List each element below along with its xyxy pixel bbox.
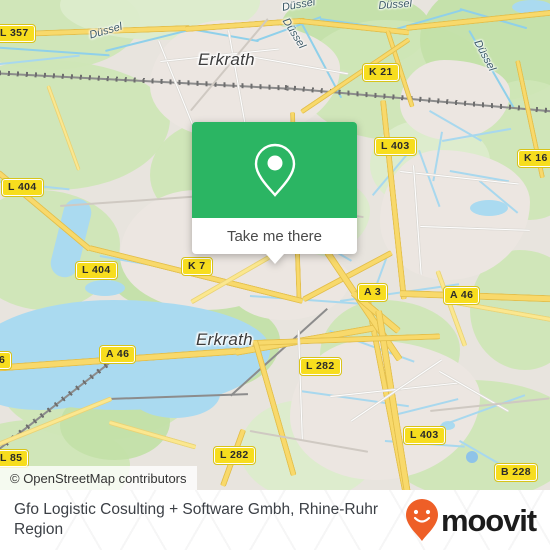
road-shield-l403[interactable]: L 403	[403, 426, 446, 445]
water-body	[85, 280, 125, 296]
attribution-text[interactable]: © OpenStreetMap contributors	[10, 471, 187, 486]
location-popup[interactable]: Take me there	[192, 122, 357, 264]
road-shield-a46[interactable]: A 46	[98, 345, 137, 364]
place-label-erkrath: Erkrath	[196, 330, 253, 349]
road-shield-l282[interactable]: L 282	[299, 357, 342, 376]
road-shield-l85[interactable]: L 85	[0, 449, 30, 468]
take-me-there-button[interactable]: Take me there	[227, 228, 322, 245]
road-shield-l404[interactable]: L 404	[1, 178, 44, 197]
road-shield-l403[interactable]: L 403	[374, 137, 417, 156]
page-title: Gfo Logistic Cosulting + Software Gmbh, …	[14, 501, 378, 538]
location-pin-icon	[254, 143, 295, 197]
moovit-pin-icon	[405, 499, 438, 541]
road-shield-k21[interactable]: K 21	[362, 63, 400, 82]
road-shield-a46-edge[interactable]: 6	[0, 351, 13, 370]
bottom-bar: Gfo Logistic Cosulting + Software Gmbh, …	[0, 490, 550, 550]
moovit-wordmark: moovit	[440, 502, 537, 538]
place-label-erkrath: Erkrath	[198, 50, 255, 69]
road-shield-a46[interactable]: A 46	[442, 286, 481, 305]
attribution-bar: © OpenStreetMap contributors	[0, 466, 197, 490]
poi-marker[interactable]	[466, 451, 478, 463]
popup-pointer	[265, 254, 284, 264]
road-shield-k16[interactable]: K 16	[517, 149, 550, 168]
road-shield-b228[interactable]: B 228	[493, 463, 539, 482]
popup-footer: Take me there	[192, 218, 357, 264]
map-canvas[interactable]: Erkrath Erkrath Düssel Düssel Düssel Düs…	[0, 0, 550, 490]
road-shield-l357[interactable]: L 357	[0, 24, 36, 43]
water-body	[470, 200, 508, 216]
map-screenshot: Erkrath Erkrath Düssel Düssel Düssel Düs…	[0, 0, 550, 550]
road-shield-a3[interactable]: A 3	[356, 283, 389, 302]
road-shield-l404[interactable]: L 404	[75, 261, 118, 280]
moovit-logo[interactable]: moovit	[405, 498, 537, 542]
road-shield-k7[interactable]: K 7	[181, 257, 213, 276]
road-shield-l282[interactable]: L 282	[213, 446, 256, 465]
popup-header	[192, 122, 357, 218]
